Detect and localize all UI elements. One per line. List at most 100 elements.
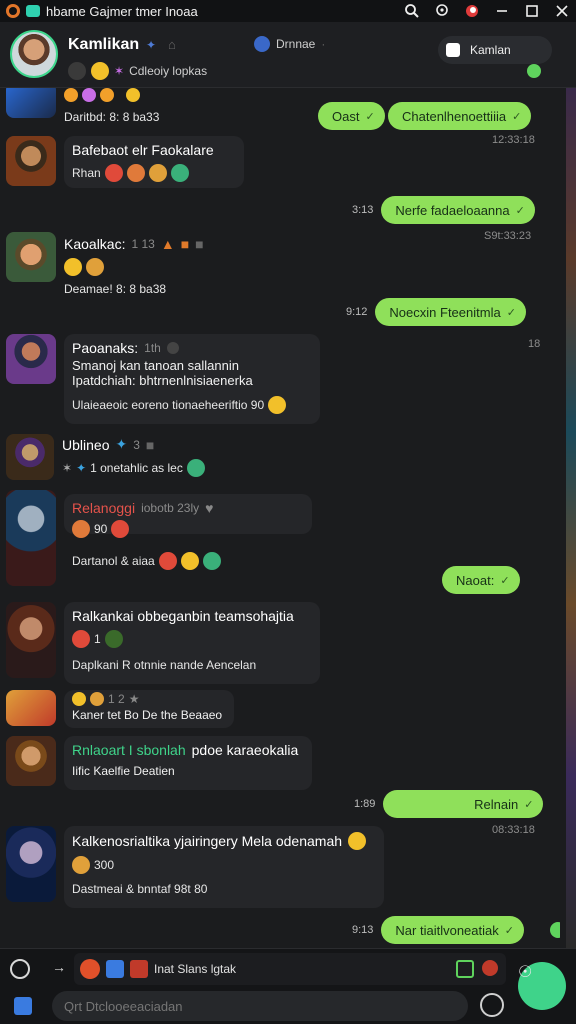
message-bubble[interactable]: Bafebaot elr Faokalare Rhan <box>64 136 244 188</box>
search-icon[interactable] <box>404 3 420 19</box>
header-action-label: Kamlan <box>470 43 511 57</box>
message-bubble[interactable]: Noecxin Fteenitmla ✓ <box>375 298 526 326</box>
fire-icon[interactable] <box>80 959 100 979</box>
status-icon[interactable] <box>464 3 480 19</box>
emoji-icon <box>104 630 123 648</box>
camera-icon[interactable] <box>456 960 474 978</box>
message-text: Dartanol & aiaa <box>72 554 155 568</box>
message-text: Smanoj kan tanoan sallannin <box>72 358 239 373</box>
sender-avatar[interactable] <box>6 602 56 678</box>
sender-avatar[interactable] <box>6 690 56 726</box>
sender-avatar[interactable] <box>6 334 56 384</box>
minimize-icon[interactable] <box>494 3 510 19</box>
message-incoming: Relanoggi iobotb 23ly ♥ 90 Dartanol & ai… <box>6 490 312 586</box>
sender-name[interactable]: Paoanaks: <box>72 340 138 356</box>
sender-avatar[interactable] <box>6 826 56 902</box>
record-icon[interactable] <box>482 960 498 976</box>
sparkle-icon: ✶ <box>114 64 125 78</box>
message-text: Kaner tet Bo De the Beaaeo <box>72 708 223 722</box>
settings-icon[interactable] <box>10 959 30 979</box>
message-bubble[interactable]: Oast ✓ <box>318 102 385 130</box>
message-bubble[interactable]: Relnain ✓ <box>383 790 544 818</box>
message-bubble[interactable]: Chatenlhenoettiiia ✓ <box>388 102 532 130</box>
message-incoming: Ublineo ✦ 3 ■ ✶ ✦ 1 onetahlic as lec <box>6 434 205 480</box>
emoji-icon <box>186 459 205 477</box>
message-incoming: 1 2 ★ Kaner tet Bo De the Beaaeo <box>6 690 234 728</box>
check-icon: ✓ <box>524 798 534 811</box>
fire-icon: ▲ <box>160 236 175 252</box>
sticker-icon[interactable] <box>106 960 124 978</box>
sender-name[interactable]: Ralkankai obbeganbin teamsohajtia <box>72 608 312 624</box>
sender-avatar[interactable] <box>6 736 56 786</box>
media-icon[interactable] <box>14 997 32 1015</box>
check-icon: ✓ <box>515 204 525 217</box>
message-bubble[interactable]: Nerfe fadaeloaanna ✓ <box>381 196 535 224</box>
header-action-button[interactable]: Kamlan <box>438 36 552 64</box>
sparkle-icon: ✦ <box>76 461 87 475</box>
message-bubble[interactable]: Nar tiaitlvoneatiak ✓ <box>381 916 524 944</box>
message-bubble[interactable]: Paoanaks: 1th Smanoj kan tanoan sallanni… <box>64 334 320 424</box>
sender-name[interactable]: Relanoggi <box>72 500 135 516</box>
check-icon: ✓ <box>365 110 375 123</box>
game-label: Drnnae <box>276 37 316 51</box>
game-chip[interactable]: Drnnae · <box>254 36 325 52</box>
close-icon[interactable] <box>554 3 570 19</box>
sender-name[interactable]: Kalkenosrialtika yjairingery Mela odenam… <box>72 833 342 849</box>
quick-reply-text: Inat Slans lgtak <box>154 962 237 976</box>
sender-avatar[interactable] <box>6 88 56 118</box>
message-bubble[interactable]: Naoat: ✓ <box>442 566 520 594</box>
message-outgoing: 9:13 Nar tiaitlvoneatiak ✓ <box>352 916 524 944</box>
message-outgoing: 1:89 Relnain ✓ <box>354 790 544 818</box>
sender-avatar[interactable] <box>6 232 56 282</box>
message-time: 3:13 <box>352 204 374 216</box>
emoji-icon <box>64 88 78 102</box>
check-icon: ✓ <box>506 306 516 319</box>
timestamp: 18 <box>528 338 541 350</box>
message-text-row: Rhan <box>72 164 236 182</box>
message-text: Dastmeai & bnntaf 98t 80 <box>72 882 208 896</box>
message-bubble[interactable]: 1 2 ★ Kaner tet Bo De the Beaaeo <box>64 690 234 728</box>
message-incoming: Kaoalkac: 1 13 ▲ ■ ■ Deamae! 8: 8 ba38 <box>6 232 204 296</box>
quick-reply-bar[interactable]: Inat Slans lgtak <box>74 953 506 985</box>
gif-icon[interactable] <box>130 960 148 978</box>
sender-name[interactable]: Bafebaot elr Faokalare <box>72 142 236 158</box>
voice-send-button[interactable]: ☉ <box>518 962 566 1010</box>
check-icon: ✓ <box>512 110 522 123</box>
mute-icon[interactable] <box>480 993 504 1017</box>
message-input[interactable] <box>64 998 444 1014</box>
maximize-icon[interactable] <box>524 3 540 19</box>
emoji-icon <box>180 552 199 570</box>
verified-icon: ✦ <box>115 436 128 452</box>
message-bubble[interactable]: Rnlaoart I sbonlah pdoe karaeokalia Iifi… <box>64 736 312 790</box>
sender-name[interactable]: Kaoalkac: <box>64 236 125 252</box>
sender-avatar[interactable] <box>6 434 54 480</box>
emoji-icon <box>268 396 287 414</box>
message-bubble[interactable]: Ralkankai obbeganbin teamsohajtia 1 Dapl… <box>64 602 320 684</box>
sender-name[interactable]: Ublineo <box>62 437 109 453</box>
home-icon[interactable]: ⌂ <box>168 37 176 52</box>
attach-icon[interactable]: → <box>52 959 66 975</box>
app-logo-icon <box>6 4 20 18</box>
message-list[interactable]: Daritbd: 8: 8 ba33 Oast ✓ Chatenlhenoetti… <box>0 88 560 948</box>
message-text: Ulaieaeoic eoreno tionaeheeriftio 90 <box>72 398 265 412</box>
message-outgoing: Chatenlhenoettiiia ✓ <box>388 102 532 130</box>
sender-name[interactable]: Rnlaoart I sbonlah <box>72 742 186 758</box>
timestamp: S9t:33:23 <box>484 230 532 242</box>
sender-avatar[interactable] <box>6 136 56 186</box>
sender-avatar[interactable] <box>6 490 56 586</box>
emoji-icon <box>64 258 82 276</box>
location-icon[interactable] <box>434 3 450 19</box>
check-icon: ✓ <box>500 574 510 587</box>
heart-icon: ♥ <box>205 500 214 516</box>
contact-avatar[interactable] <box>10 30 58 78</box>
message-incoming: Bafebaot elr Faokalare Rhan <box>6 136 244 188</box>
online-status-icon <box>527 64 541 78</box>
contact-name[interactable]: Kamlikan <box>68 36 139 54</box>
badge-icon: ■ <box>145 436 155 453</box>
rank-icon: ■ <box>180 236 190 252</box>
message-text: Iific Kaelfie Deatien <box>72 764 175 778</box>
message-bubble[interactable]: Kalkenosrialtika yjairingery Mela odenam… <box>64 826 384 908</box>
message-input-wrap[interactable] <box>52 991 468 1021</box>
sender-row: Kaoalkac: 1 13 ▲ ■ ■ <box>64 236 204 252</box>
emoji-icon <box>68 62 86 80</box>
